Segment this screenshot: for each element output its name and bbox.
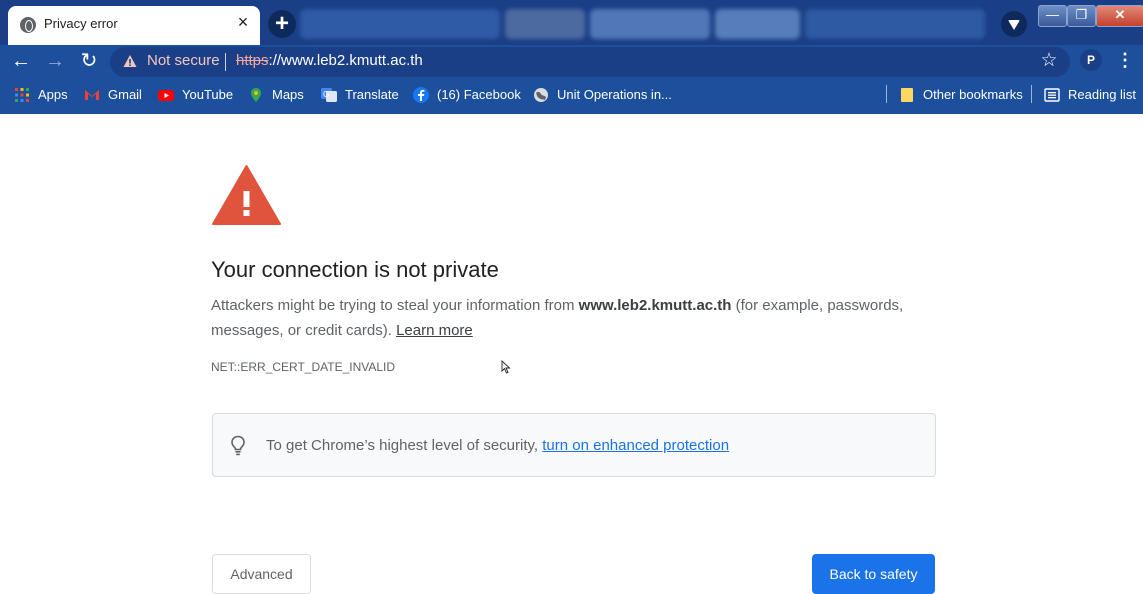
translate-icon: G	[321, 88, 337, 102]
facebook-icon	[413, 87, 429, 103]
maps-pin-icon	[251, 88, 261, 102]
bookmark-label: Apps	[38, 87, 68, 102]
bookmark-label: Gmail	[108, 87, 142, 102]
reading-list-label: Reading list	[1068, 87, 1136, 102]
page-title: Your connection is not private	[211, 257, 499, 282]
url-text[interactable]: https://www.leb2.kmutt.ac.th	[236, 52, 423, 69]
error-code[interactable]: NET::ERR_CERT_DATE_INVALID	[211, 360, 395, 374]
minimize-button[interactable]: —	[1038, 5, 1067, 27]
new-tab-button[interactable]: +	[268, 10, 296, 38]
security-status[interactable]: Not secure	[147, 52, 220, 69]
url-scheme: https	[236, 52, 269, 69]
bookmarks-divider	[1031, 85, 1032, 103]
blurred-tab[interactable]	[505, 9, 585, 39]
desc-domain: www.leb2.kmutt.ac.th	[578, 297, 732, 314]
youtube-icon	[158, 90, 174, 101]
svg-text:G: G	[323, 90, 329, 99]
blurred-tabs	[300, 9, 990, 39]
tab-search-icon[interactable]	[1001, 11, 1027, 37]
folder-icon	[901, 88, 913, 102]
omnibox-divider	[225, 53, 226, 71]
apps-grid-icon	[15, 88, 29, 102]
reading-list-icon	[1044, 88, 1060, 102]
reload-icon[interactable]: ↻	[76, 48, 102, 74]
tab-strip: Privacy error × + — ❐ ✕	[0, 0, 1143, 45]
enhanced-protection-link[interactable]: turn on enhanced protection	[542, 437, 729, 454]
close-window-button[interactable]: ✕	[1096, 5, 1143, 27]
gmail-icon	[85, 90, 99, 100]
bookmark-label: Maps	[272, 87, 304, 102]
bookmark-label: (16) Facebook	[437, 87, 521, 102]
blurred-tab[interactable]	[300, 9, 500, 39]
chrome-menu-icon[interactable]: ⋮	[1114, 49, 1136, 71]
globe-icon	[20, 17, 36, 33]
profile-avatar[interactable]: P	[1080, 49, 1102, 71]
back-arrow-icon[interactable]: ←	[8, 48, 34, 74]
desc-text: Attackers might be trying to steal your …	[211, 297, 579, 314]
globe-icon	[534, 88, 548, 102]
bookmark-label: Unit Operations in...	[557, 87, 672, 102]
warning-triangle-icon[interactable]	[123, 54, 137, 68]
close-tab-icon[interactable]: ×	[234, 13, 252, 31]
mouse-cursor-icon	[501, 360, 511, 374]
navigation-toolbar: ← → ↻ Not secure https://www.leb2.kmutt.…	[0, 45, 1143, 77]
maximize-button[interactable]: ❐	[1067, 5, 1096, 27]
url-host: ://www.leb2.kmutt.ac.th	[268, 52, 423, 69]
error-description: Attackers might be trying to steal your …	[211, 293, 931, 343]
bookmarks-divider	[886, 85, 887, 103]
tab-title: Privacy error	[44, 16, 118, 31]
learn-more-link[interactable]: Learn more	[396, 322, 473, 339]
address-bar[interactable]: Not secure https://www.leb2.kmutt.ac.th …	[110, 47, 1070, 77]
security-tip: To get Chrome’s highest level of securit…	[266, 437, 729, 454]
bookmarks-bar: Apps Gmail YouTube Maps G Translate (16)…	[0, 80, 1143, 110]
enhanced-protection-box: To get Chrome’s highest level of securit…	[212, 413, 936, 477]
blurred-tab[interactable]	[805, 9, 985, 39]
tab-privacy-error[interactable]: Privacy error ×	[8, 6, 260, 45]
bookmark-label: Translate	[345, 87, 399, 102]
advanced-button[interactable]: Advanced	[212, 554, 311, 594]
blurred-tab[interactable]	[715, 9, 800, 39]
bookmark-label: YouTube	[182, 87, 234, 102]
other-bookmarks-label: Other bookmarks	[923, 87, 1023, 102]
lightbulb-icon	[231, 435, 245, 456]
forward-arrow-icon[interactable]: →	[42, 48, 68, 74]
warning-triangle-icon	[212, 165, 281, 225]
security-tip-text: To get Chrome’s highest level of securit…	[266, 437, 543, 454]
page-content: Your connection is not private Attackers…	[0, 114, 1143, 594]
blurred-tab[interactable]	[590, 9, 710, 39]
bookmark-star-icon[interactable]: ☆	[1038, 50, 1060, 72]
back-to-safety-button[interactable]: Back to safety	[812, 554, 935, 594]
